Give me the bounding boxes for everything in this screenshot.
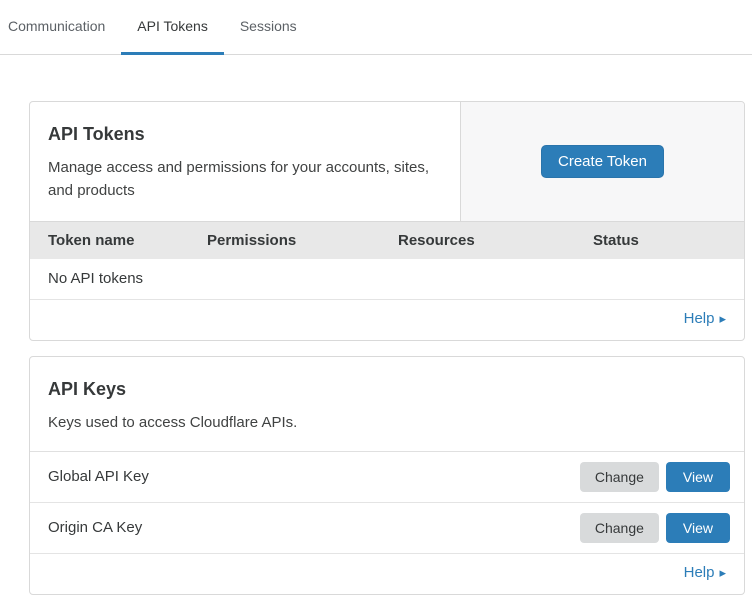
tab-sessions[interactable]: Sessions — [224, 0, 313, 55]
tab-communication[interactable]: Communication — [8, 0, 121, 55]
view-origin-ca-key-button[interactable]: View — [666, 513, 730, 543]
api-keys-help-link[interactable]: Help ▸ — [684, 564, 726, 581]
api-tokens-title: API Tokens — [48, 124, 440, 145]
key-row-origin-ca-key: Origin CA Key Change View — [30, 503, 744, 554]
api-tokens-card-header-text: API Tokens Manage access and permissions… — [30, 102, 460, 221]
key-actions: Change View — [580, 462, 730, 492]
api-keys-card-header: API Keys Keys used to access Cloudflare … — [30, 357, 744, 452]
help-link-label: Help — [684, 310, 715, 327]
tokens-table-header: Token name Permissions Resources Status — [30, 221, 744, 259]
key-row-global-api-key: Global API Key Change View — [30, 452, 744, 503]
api-tokens-subtitle: Manage access and permissions for your a… — [48, 156, 430, 203]
change-global-api-key-button[interactable]: Change — [580, 462, 659, 492]
api-tokens-card: API Tokens Manage access and permissions… — [29, 101, 745, 341]
help-link-label: Help — [684, 564, 715, 581]
column-header-resources: Resources — [398, 232, 593, 249]
api-tokens-action-panel: Create Token — [460, 102, 744, 221]
tokens-empty-message: No API tokens — [30, 259, 744, 300]
help-arrow-icon: ▸ — [719, 565, 726, 580]
api-tokens-help-link[interactable]: Help ▸ — [684, 310, 726, 327]
key-label: Origin CA Key — [48, 519, 142, 536]
api-tokens-card-header: API Tokens Manage access and permissions… — [30, 102, 744, 221]
create-token-button[interactable]: Create Token — [541, 145, 664, 178]
tab-api-tokens[interactable]: API Tokens — [121, 0, 224, 55]
api-keys-title: API Keys — [48, 379, 726, 400]
change-origin-ca-key-button[interactable]: Change — [580, 513, 659, 543]
api-keys-subtitle: Keys used to access Cloudflare APIs. — [48, 411, 430, 434]
key-label: Global API Key — [48, 468, 149, 485]
column-header-status: Status — [593, 232, 726, 249]
view-global-api-key-button[interactable]: View — [666, 462, 730, 492]
key-actions: Change View — [580, 513, 730, 543]
main-content: API Tokens Manage access and permissions… — [29, 101, 745, 595]
column-header-permissions: Permissions — [207, 232, 398, 249]
api-keys-card-footer: Help ▸ — [30, 554, 744, 594]
help-arrow-icon: ▸ — [719, 311, 726, 326]
api-tokens-card-footer: Help ▸ — [30, 300, 744, 340]
tab-bar: Communication API Tokens Sessions — [0, 0, 752, 55]
column-header-token-name: Token name — [48, 232, 207, 249]
api-keys-card: API Keys Keys used to access Cloudflare … — [29, 356, 745, 595]
